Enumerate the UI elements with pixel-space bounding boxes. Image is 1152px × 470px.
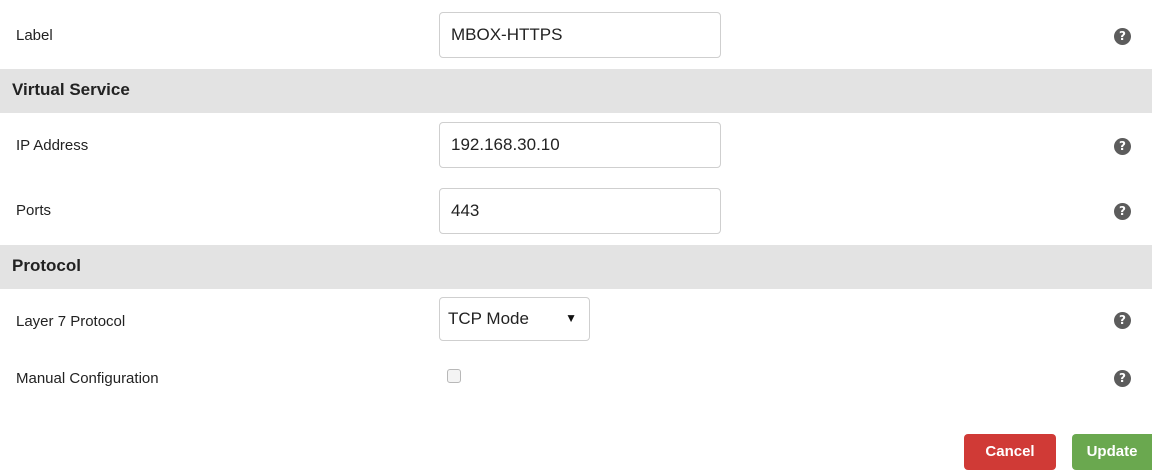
help-icon[interactable]: ?	[1114, 312, 1131, 329]
ports-input[interactable]: 443	[439, 188, 721, 234]
section-title: Protocol	[12, 256, 81, 275]
ports-label: Ports	[16, 202, 52, 219]
layer7-protocol-label: Layer 7 Protocol	[16, 313, 126, 330]
label-input[interactable]: MBOX-HTTPS	[439, 12, 721, 58]
help-icon[interactable]: ?	[1114, 28, 1131, 45]
manual-configuration-label: Manual Configuration	[16, 370, 159, 387]
chevron-down-icon: ▼	[565, 311, 577, 325]
section-protocol: Protocol	[0, 245, 1152, 289]
section-title: Virtual Service	[12, 80, 130, 99]
label-field-label: Label	[16, 27, 53, 44]
manual-configuration-checkbox[interactable]	[447, 369, 461, 383]
cancel-button[interactable]: Cancel	[964, 434, 1056, 470]
layer7-protocol-select[interactable]: TCP Mode ▼	[439, 297, 590, 341]
update-button[interactable]: Update	[1072, 434, 1152, 470]
select-value: TCP Mode	[448, 309, 529, 328]
ip-address-input[interactable]: 192.168.30.10	[439, 122, 721, 168]
section-virtual-service: Virtual Service	[0, 69, 1152, 113]
help-icon[interactable]: ?	[1114, 203, 1131, 220]
help-icon[interactable]: ?	[1114, 138, 1131, 155]
ip-address-label: IP Address	[16, 137, 89, 154]
help-icon[interactable]: ?	[1114, 370, 1131, 387]
